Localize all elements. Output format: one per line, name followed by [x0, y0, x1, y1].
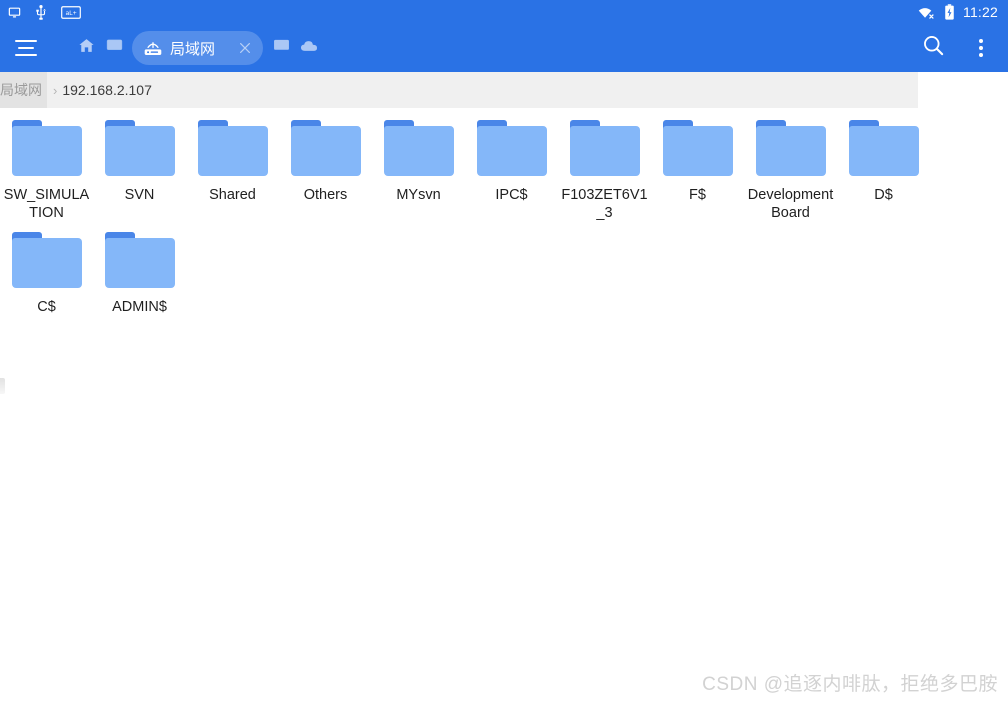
svg-text:aL+: aL+ — [65, 10, 76, 17]
folder-icon — [755, 120, 826, 176]
folder-icon — [848, 120, 919, 176]
app-toolbar: 局域网 — [0, 24, 1008, 72]
search-icon — [922, 34, 945, 62]
monitor-icon — [273, 38, 290, 58]
router-icon — [143, 40, 163, 57]
tab-cloud[interactable] — [295, 31, 323, 65]
more-options-button[interactable] — [966, 33, 996, 63]
hamburger-menu-icon[interactable] — [6, 28, 46, 68]
file-item[interactable]: F103ZET6V1_3 — [558, 116, 651, 228]
file-item[interactable]: IPC$ — [465, 116, 558, 228]
status-bar: aL+ 11:22 — [0, 0, 1008, 24]
breadcrumb-root[interactable]: 局域网 — [0, 72, 47, 108]
file-item[interactable]: ADMIN$ — [93, 228, 186, 322]
tab-local[interactable] — [100, 31, 128, 65]
monitor-icon — [106, 38, 123, 58]
adb-box-icon: aL+ — [61, 5, 81, 19]
toolbar-actions — [918, 33, 996, 63]
folder-icon — [104, 232, 175, 288]
status-bar-left-icons: aL+ — [8, 4, 81, 20]
file-item-label: ADMIN$ — [112, 299, 167, 315]
file-item[interactable]: SVN — [93, 116, 186, 228]
file-item[interactable]: F$ — [651, 116, 744, 228]
file-item[interactable]: D$ — [837, 116, 930, 228]
folder-icon — [197, 120, 268, 176]
file-item[interactable]: Others — [279, 116, 372, 228]
file-item-label: MYsvn — [396, 187, 441, 203]
file-manager-app: aL+ 11:22 局域网 局域网 › 192.168.2.107 SW_SIM… — [0, 0, 1008, 702]
home-icon — [78, 37, 95, 59]
battery-charging-icon — [944, 4, 955, 20]
folder-icon — [476, 120, 547, 176]
file-item-label: F$ — [689, 187, 706, 203]
status-clock: 11:22 — [963, 4, 998, 20]
file-item[interactable]: MYsvn — [372, 116, 465, 228]
screen-cast-icon — [8, 6, 21, 19]
tab-home[interactable] — [72, 31, 100, 65]
file-item-label: SW_SIMULATION — [3, 187, 90, 221]
file-item[interactable]: DevelopmentBoard — [744, 116, 837, 228]
status-bar-right: 11:22 — [917, 4, 998, 20]
file-item-label: F103ZET6V1_3 — [561, 187, 648, 221]
usb-icon — [35, 4, 47, 20]
file-item-label: DevelopmentBoard — [747, 187, 834, 221]
folder-icon — [11, 120, 82, 176]
tab-lan-active[interactable]: 局域网 — [132, 31, 264, 65]
more-vertical-icon — [979, 39, 983, 57]
folder-icon — [569, 120, 640, 176]
file-grid: SW_SIMULATION SVN Shared Others MYsvn IPC$ F10… — [0, 108, 1008, 322]
wifi-off-icon — [917, 5, 936, 20]
search-button[interactable] — [918, 33, 948, 63]
file-item-label: Others — [303, 187, 348, 203]
breadcrumb-current[interactable]: 192.168.2.107 — [62, 82, 152, 98]
folder-icon — [662, 120, 733, 176]
file-item-label: Shared — [209, 187, 256, 203]
file-item-label: C$ — [37, 299, 56, 315]
file-item[interactable]: SW_SIMULATION — [0, 116, 93, 228]
file-item[interactable]: C$ — [0, 228, 93, 322]
file-item-label: IPC$ — [495, 187, 528, 203]
folder-icon — [383, 120, 454, 176]
file-item-label: SVN — [124, 187, 155, 203]
cloud-icon — [300, 39, 318, 58]
tab-close-icon[interactable] — [231, 34, 259, 62]
watermark-text: CSDN @追逐内啡肽，拒绝多巴胺 — [702, 674, 998, 695]
tab-remote[interactable] — [267, 31, 295, 65]
tab-lan-label: 局域网 — [170, 40, 216, 58]
scroll-edge-indicator — [0, 378, 5, 394]
folder-icon — [290, 120, 361, 176]
file-item[interactable]: Shared — [186, 116, 279, 228]
folder-icon — [11, 232, 82, 288]
tab-strip: 局域网 — [72, 31, 918, 65]
breadcrumb: 局域网 › 192.168.2.107 — [0, 72, 918, 108]
file-item-label: D$ — [874, 187, 893, 203]
folder-icon — [104, 120, 175, 176]
breadcrumb-separator-icon: › — [53, 82, 58, 98]
